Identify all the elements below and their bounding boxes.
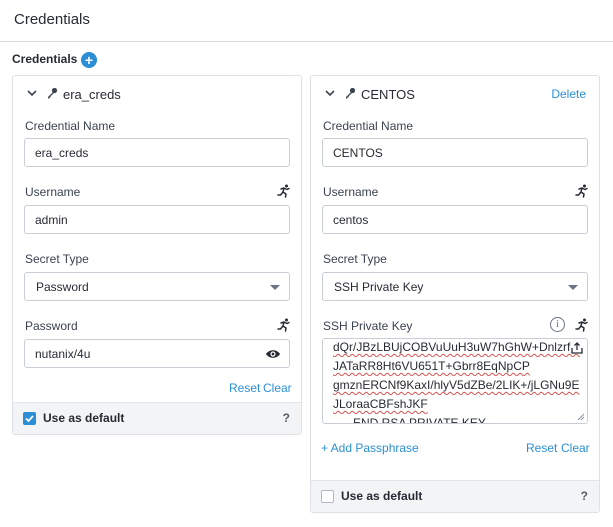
help-icon[interactable]: ? [581, 489, 588, 503]
secret-type-label: Secret Type [25, 252, 89, 266]
credential-card-centos: CENTOS Delete Credential Name CENTOS Use… [310, 75, 600, 513]
caret-down-icon [568, 285, 578, 290]
clear-link[interactable]: Clear [263, 381, 292, 395]
ssh-key-line: -----END RSA PRIVATE KEY----- [333, 416, 505, 424]
chevron-down-icon[interactable] [25, 86, 39, 100]
credential-card-era-creds: era_creds Credential Name era_creds User… [12, 75, 302, 435]
add-passphrase-link[interactable]: + Add Passphrase [321, 441, 419, 455]
ssh-key-textarea[interactable]: dQr/JBzLBUjCOBVuUuH3uW7hGhW+Dnlzrfbf JAT… [322, 338, 588, 424]
password-label: Password [25, 319, 78, 333]
caret-down-icon [270, 285, 280, 290]
password-input[interactable]: nutanix/4u [24, 339, 290, 368]
secret-type-value: SSH Private Key [334, 280, 424, 294]
eye-icon[interactable] [265, 348, 281, 360]
use-as-default-label: Use as default [43, 411, 125, 425]
checkmark-icon [25, 415, 34, 423]
runtime-editable-icon[interactable] [277, 184, 291, 198]
key-icon [346, 87, 356, 99]
runtime-editable-icon[interactable] [575, 318, 589, 332]
clear-link[interactable]: Clear [561, 441, 590, 455]
plus-circle-icon: + [84, 52, 94, 68]
credential-title: CENTOS [361, 87, 415, 102]
secret-type-value: Password [36, 280, 89, 294]
username-label: Username [323, 185, 379, 199]
runtime-editable-icon[interactable] [575, 184, 589, 198]
chevron-down-icon[interactable] [323, 86, 337, 100]
section-title: Credentials [12, 52, 78, 66]
runtime-editable-icon[interactable] [277, 318, 291, 332]
credential-name-label: Credential Name [25, 119, 116, 133]
card-footer: Use as default ? [311, 480, 599, 512]
info-icon[interactable]: i [550, 317, 565, 332]
card-header[interactable]: CENTOS Delete [311, 76, 599, 114]
credential-name-input[interactable]: CENTOS [322, 138, 588, 167]
page-header: Credentials [0, 0, 613, 42]
password-value: nutanix/4u [35, 347, 91, 361]
resize-handle-icon[interactable] [577, 413, 585, 421]
card-header[interactable]: era_creds [13, 76, 301, 114]
add-credential-button[interactable]: + [81, 52, 97, 68]
ssh-key-line: dQr/JBzLBUjCOBVuUuH3uW7hGhW+Dnlzrfbf [333, 340, 581, 354]
card-footer: Use as default ? [13, 402, 301, 434]
secret-type-select[interactable]: Password [24, 272, 290, 301]
delete-link[interactable]: Delete [551, 87, 586, 101]
use-as-default-label: Use as default [341, 489, 423, 503]
ssh-key-label: SSH Private Key [323, 319, 413, 333]
username-input[interactable]: centos [322, 205, 588, 234]
reset-link[interactable]: Reset [526, 441, 557, 455]
credential-title: era_creds [63, 87, 121, 102]
use-as-default-checkbox[interactable] [23, 412, 36, 425]
secret-type-select[interactable]: SSH Private Key [322, 272, 588, 301]
page-title: Credentials [14, 11, 90, 28]
credential-name-input[interactable]: era_creds [24, 138, 290, 167]
reset-link[interactable]: Reset [229, 381, 260, 395]
username-input[interactable]: admin [24, 205, 290, 234]
upload-icon[interactable] [571, 342, 583, 354]
credential-name-label: Credential Name [323, 119, 414, 133]
ssh-key-line: JLoraaCBFshJKF [333, 397, 428, 411]
ssh-key-line: JATaRR8Ht6VU651T+Gbrr8EqNpCP [333, 359, 530, 373]
use-as-default-checkbox[interactable] [321, 490, 334, 503]
secret-type-label: Secret Type [323, 252, 387, 266]
help-icon[interactable]: ? [283, 411, 290, 425]
key-icon [48, 87, 58, 99]
ssh-key-content: dQr/JBzLBUjCOBVuUuH3uW7hGhW+Dnlzrfbf JAT… [333, 339, 581, 424]
username-label: Username [25, 185, 81, 199]
ssh-key-line: gmznERCNf9KaxI/hlyV5dZBe/2LIK+/jLGNu9E [333, 378, 580, 392]
